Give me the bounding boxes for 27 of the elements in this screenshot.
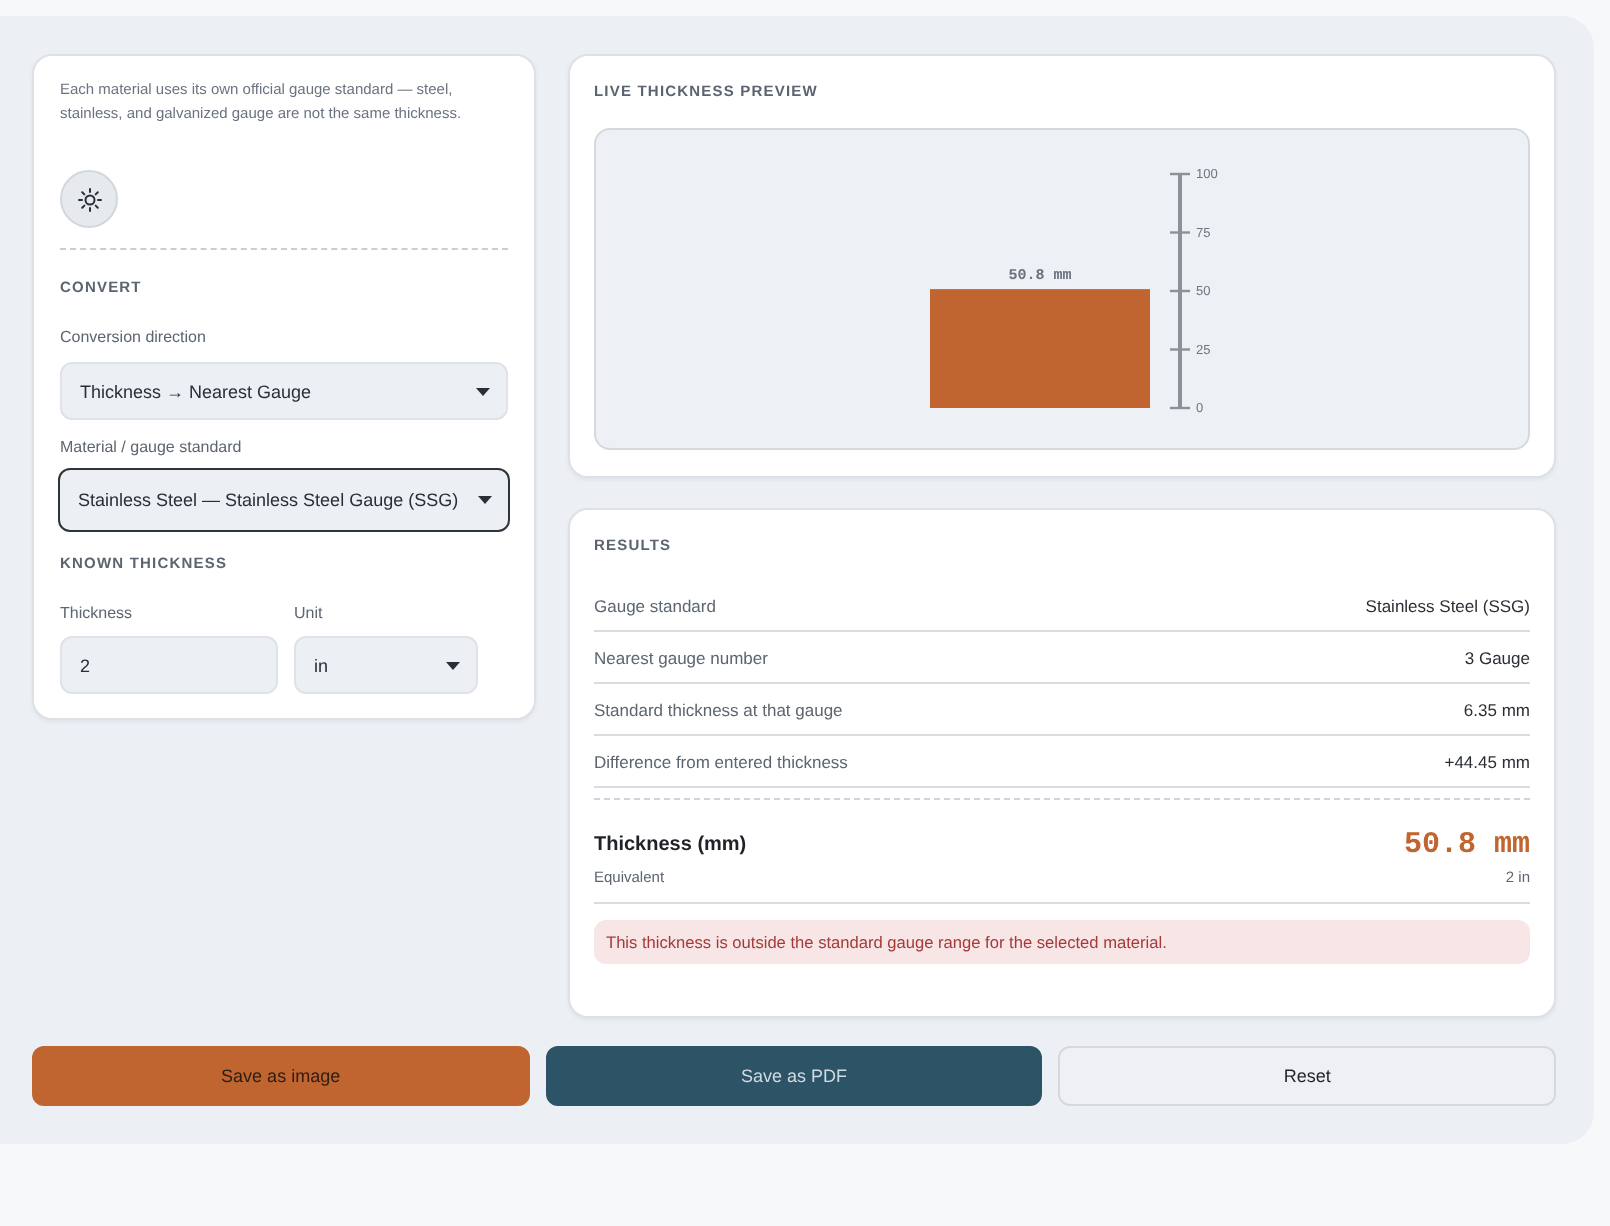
- result-label: Nearest gauge number: [594, 647, 768, 667]
- caret-icon: [476, 387, 490, 395]
- action-button[interactable]: Save as image: [32, 1046, 530, 1106]
- theme-toggle-button[interactable]: [60, 170, 118, 228]
- result-label: Standard thickness at that gauge: [594, 699, 843, 719]
- caret-icon: [446, 661, 460, 669]
- caret-icon: [478, 496, 492, 504]
- dropdown[interactable]: in: [294, 636, 478, 694]
- result-value: 6.35 mm: [1463, 699, 1530, 719]
- field-label: Thickness: [60, 604, 135, 624]
- thickness-value: 50.8 mm: [1403, 827, 1530, 861]
- field-label: Unit: [294, 604, 325, 624]
- action-button[interactable]: Save as PDF: [545, 1046, 1043, 1106]
- result-value: +44.45 mm: [1444, 751, 1530, 771]
- dropdown[interactable]: Thickness → Nearest Gauge: [60, 362, 508, 420]
- input-field[interactable]: 2: [60, 636, 278, 694]
- field-label: Material / gauge standard: [60, 438, 244, 458]
- warning-message: This thickness is outside the standard gauge range for the selected material.: [594, 920, 1530, 964]
- result-label: Thickness (mm): [594, 833, 747, 855]
- action-button[interactable]: Reset: [1058, 1046, 1556, 1106]
- result-label: Gauge standard: [594, 595, 716, 615]
- result-label: Difference from entered thickness: [594, 751, 848, 771]
- result-value: Stainless Steel (SSG): [1365, 595, 1530, 615]
- result-value: 3 Gauge: [1464, 647, 1530, 667]
- dropdown[interactable]: Stainless Steel — Stainless Steel Gauge (SSG): [58, 468, 510, 532]
- sun-icon: [77, 187, 101, 211]
- field-label: Conversion direction: [60, 328, 208, 348]
